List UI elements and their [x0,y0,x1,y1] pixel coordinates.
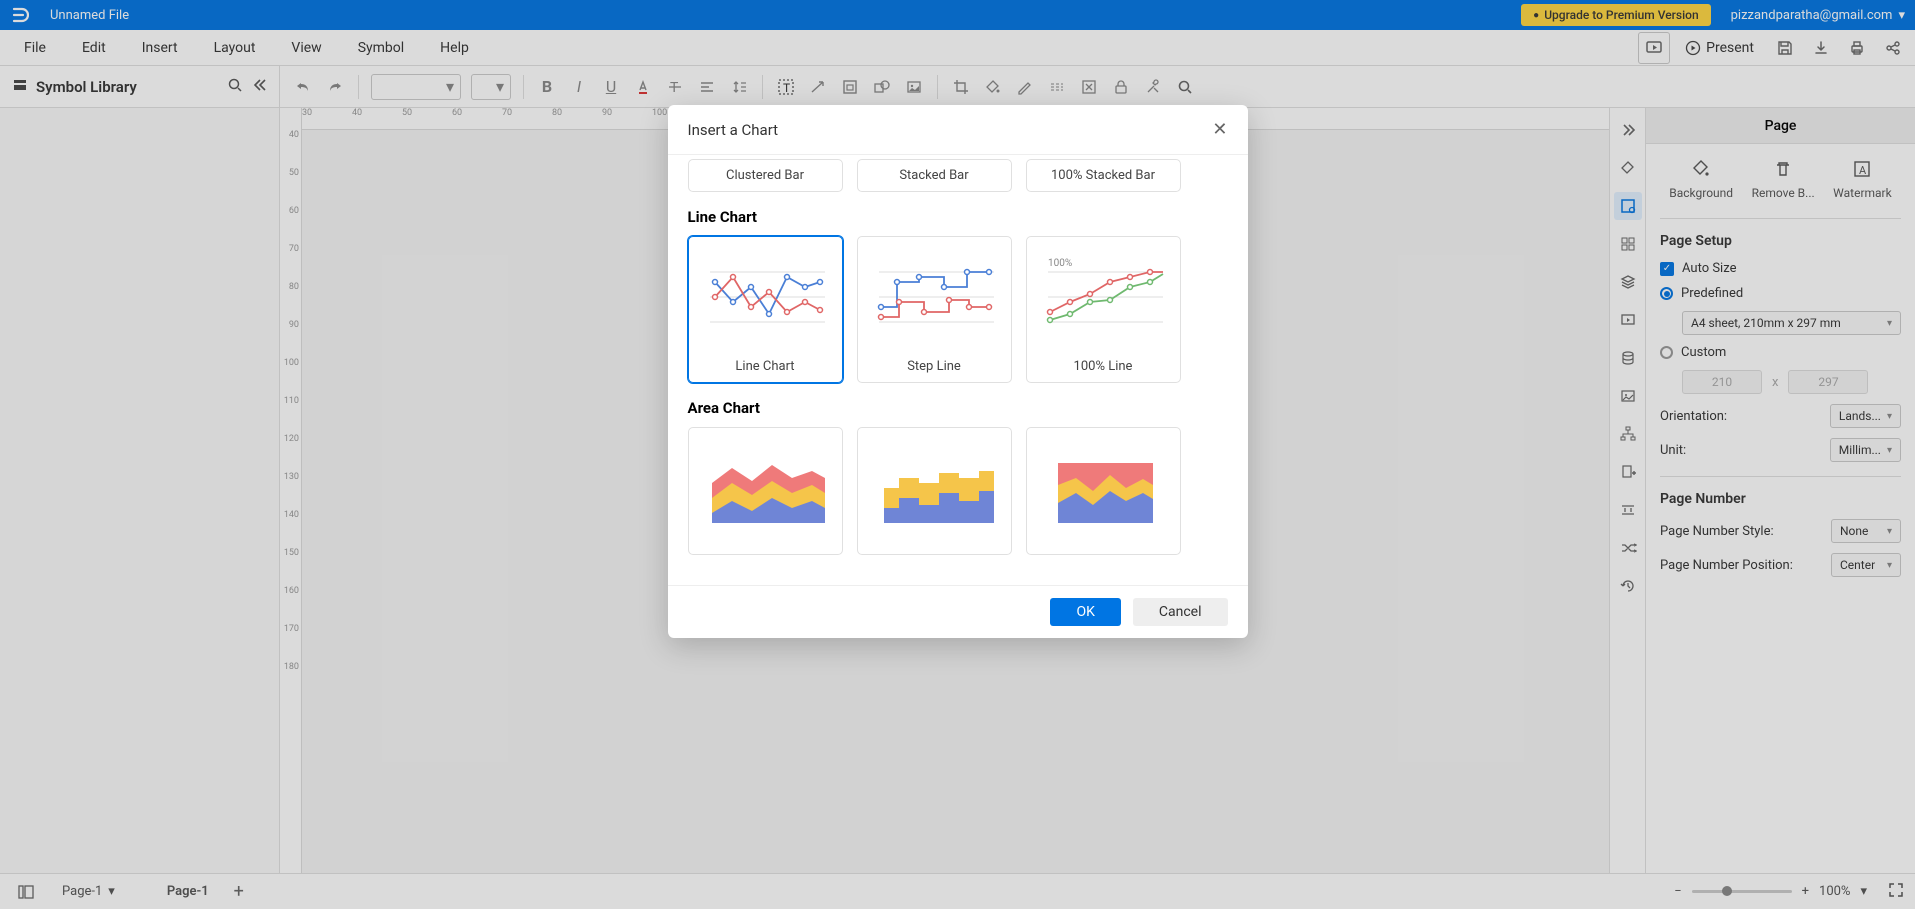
modal-backdrop[interactable]: Insert a Chart ✕ Clustered Bar Stacked B… [0,0,1915,909]
chart-option-stacked-area[interactable] [1026,427,1181,555]
chart-option-stacked-bar[interactable]: Stacked Bar [857,159,1012,192]
chart-option-clustered-bar[interactable]: Clustered Bar [688,159,843,192]
area-chart-section-title: Area Chart [688,399,1248,417]
chart-option-100-stacked-bar[interactable]: 100% Stacked Bar [1026,159,1181,192]
chart-option-step-line[interactable]: Step Line [857,236,1012,383]
line-chart-section-title: Line Chart [688,208,1248,226]
ok-button[interactable]: OK [1050,598,1120,626]
svg-text:100%: 100% [1048,258,1072,269]
chart-option-line[interactable]: Line Chart [688,236,843,383]
insert-chart-dialog: Insert a Chart ✕ Clustered Bar Stacked B… [668,105,1248,638]
chart-option-100-line[interactable]: 100% 100% Line [1026,236,1181,383]
chart-option-step-area[interactable] [857,427,1012,555]
cancel-button[interactable]: Cancel [1133,598,1228,626]
chart-option-area[interactable] [688,427,843,555]
close-icon[interactable]: ✕ [1212,119,1227,140]
dialog-title: Insert a Chart [688,121,779,139]
